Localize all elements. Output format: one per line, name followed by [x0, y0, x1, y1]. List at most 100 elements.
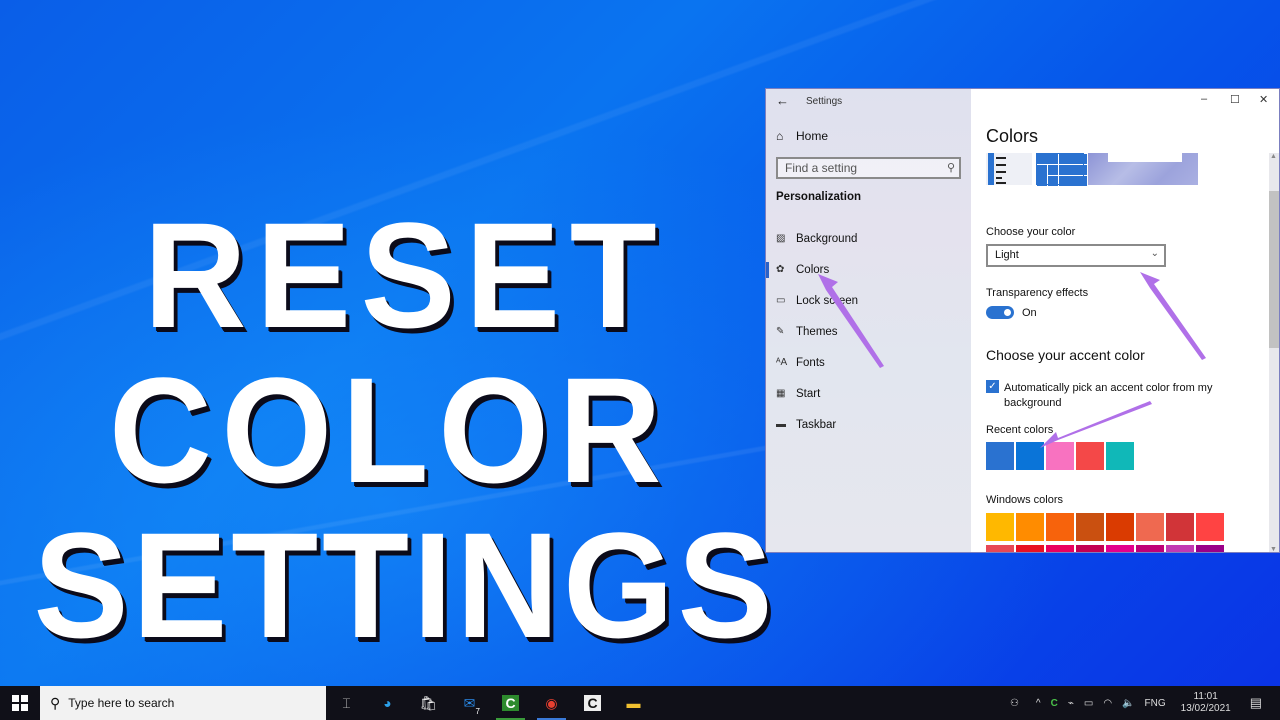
sidebar-item-label: Background [796, 232, 858, 245]
sidebar-item-taskbar[interactable]: ▬ Taskbar [766, 409, 971, 440]
windows-color-swatch[interactable] [986, 513, 1014, 541]
accent-heading: Choose your accent color [986, 347, 1145, 363]
sidebar-item-label: Start [796, 387, 821, 400]
windows-color-swatch[interactable] [1106, 545, 1134, 552]
windows-color-swatch[interactable] [986, 545, 1014, 552]
windows-color-swatch[interactable] [1196, 513, 1224, 541]
windows-logo-icon [12, 695, 28, 711]
sidebar-item-label: Home [796, 129, 829, 143]
folder-icon: ▬ [626, 695, 641, 711]
windows-color-swatch[interactable] [1166, 545, 1194, 552]
windows-color-swatch[interactable] [1046, 513, 1074, 541]
recent-color-swatch[interactable] [986, 442, 1014, 470]
scrollbar-thumb[interactable] [1269, 191, 1279, 348]
windows-color-swatch[interactable] [1016, 545, 1044, 552]
store-app[interactable]: 🛍 [408, 686, 449, 720]
sidebar-item-colors[interactable]: ✿ Colors [766, 254, 971, 285]
store-icon: 🛍 [419, 694, 438, 711]
choose-color-dropdown[interactable]: Light ⌄ [986, 244, 1166, 267]
windows-color-swatch[interactable] [1166, 513, 1194, 541]
find-setting-input[interactable]: Find a setting ⚲ [776, 157, 961, 179]
file-explorer-app[interactable]: ▬ [613, 686, 654, 720]
task-view-button[interactable]: ⌶ [326, 686, 367, 720]
system-tray: ⚇ ^ C ⌁ ▭ ◠ 🔈 FNG 11:01 13/02/2021 ▤ [1005, 686, 1280, 720]
windows-color-swatch[interactable] [1016, 513, 1044, 541]
auto-pick-checkbox[interactable]: ✓ [986, 380, 999, 393]
recent-colors-label: Recent colors [986, 424, 1054, 436]
people-icon[interactable]: ⚇ [1010, 698, 1019, 709]
maximize-button[interactable]: ☐ [1230, 93, 1240, 106]
transparency-toggle[interactable] [986, 306, 1014, 319]
settings-window: ← Settings ⌂ Home Find a setting ⚲ Perso… [765, 88, 1280, 553]
fonts-icon: ᴬA [776, 357, 788, 368]
chrome-app[interactable]: ◉ [531, 686, 572, 720]
chevron-down-icon: ⌄ [1150, 248, 1159, 259]
windows-color-swatch[interactable] [1076, 545, 1104, 552]
network-icon[interactable]: ◠ [1103, 698, 1112, 709]
overlay-title-line-2: COLOR [108, 346, 672, 514]
scroll-down-icon[interactable]: ▼ [1270, 546, 1277, 552]
edge-icon: ◕ [383, 695, 392, 711]
windows-color-swatch[interactable] [1046, 545, 1074, 552]
transparency-label: Transparency effects [986, 287, 1089, 299]
recent-color-swatch[interactable] [1076, 442, 1104, 470]
taskbar-icon: ▬ [776, 419, 786, 430]
sidebar-item-themes[interactable]: ✎ Themes [766, 316, 971, 347]
search-placeholder: Find a setting [785, 161, 858, 175]
recent-color-swatch[interactable] [1106, 442, 1134, 470]
volume-icon[interactable]: 🔈 [1122, 698, 1134, 709]
language-indicator[interactable]: FNG [1145, 698, 1166, 709]
overlay-title-line-3: SETTINGS [33, 501, 777, 669]
sidebar-item-label: Themes [796, 325, 838, 338]
taskbar-search-input[interactable]: ⚲ Type here to search [40, 686, 326, 720]
windows-colors-row-2 [986, 545, 1224, 552]
windows-colors-label: Windows colors [986, 494, 1064, 506]
chevron-up-icon[interactable]: ^ [1036, 698, 1041, 709]
sidebar-nav: ▨ Background ✿ Colors ▭ Lock screen ✎ Th… [766, 223, 971, 440]
palette-icon: ✿ [776, 264, 785, 275]
edge-app[interactable]: ◕ [367, 686, 408, 720]
sidebar-item-label: Fonts [796, 356, 825, 369]
start-button[interactable] [0, 686, 40, 720]
overlay-title-line-1: RESET [143, 191, 667, 359]
windows-colors-row-1 [986, 513, 1224, 541]
windows-color-swatch[interactable] [1136, 513, 1164, 541]
settings-content: – ☐ ✕ Colors Choose your color Light ⌄ T… [971, 89, 1279, 552]
battery-icon[interactable]: ▭ [1084, 698, 1093, 709]
windows-color-swatch[interactable] [1136, 545, 1164, 552]
start-icon: ▦ [776, 388, 786, 399]
camtasia-recorder-app[interactable]: C [490, 686, 531, 720]
sidebar-item-label: Taskbar [796, 418, 837, 431]
windows-color-swatch[interactable] [1076, 513, 1104, 541]
search-icon[interactable]: ⚲ [947, 161, 955, 174]
brush-icon: ✎ [776, 326, 785, 337]
sidebar-item-fonts[interactable]: ᴬA Fonts [766, 347, 971, 378]
chrome-icon: ◉ [545, 694, 558, 711]
scrollbar[interactable]: ▲ ▼ [1269, 153, 1279, 552]
scroll-up-icon[interactable]: ▲ [1270, 153, 1277, 160]
camtasia-app[interactable]: C [572, 686, 613, 720]
windows-color-swatch[interactable] [1106, 513, 1134, 541]
camtasia-icon: C [584, 695, 601, 711]
close-button[interactable]: ✕ [1259, 93, 1268, 106]
back-arrow-icon[interactable]: ← [776, 93, 789, 108]
windows-color-swatch[interactable] [1196, 545, 1224, 552]
camtasia-tray-icon[interactable]: C [1051, 698, 1058, 709]
task-view-icon: ⌶ [342, 694, 351, 711]
sidebar-item-home[interactable]: ⌂ Home [776, 129, 828, 143]
clock[interactable]: 11:01 13/02/2021 [1181, 691, 1231, 715]
sidebar-item-start[interactable]: ▦ Start [766, 378, 971, 409]
sidebar-item-background[interactable]: ▨ Background [766, 223, 971, 254]
sidebar-item-label: Colors [796, 263, 830, 276]
battery-off-icon[interactable]: ⌁ [1068, 698, 1074, 709]
action-center-icon[interactable]: ▤ [1250, 695, 1262, 711]
sidebar-item-label: Lock screen [796, 294, 859, 307]
search-icon: ⚲ [50, 694, 61, 711]
picture-icon: ▨ [776, 233, 786, 244]
sidebar-item-lock-screen[interactable]: ▭ Lock screen [766, 285, 971, 316]
recent-color-swatch[interactable] [1046, 442, 1074, 470]
minimize-button[interactable]: – [1201, 93, 1207, 105]
taskbar: ⚲ Type here to search ⌶ ◕ 🛍 ✉ 7 C ◉ C ▬ ⚇… [0, 686, 1280, 720]
mail-app[interactable]: ✉ 7 [449, 686, 490, 720]
recent-color-swatch[interactable] [1016, 442, 1044, 470]
